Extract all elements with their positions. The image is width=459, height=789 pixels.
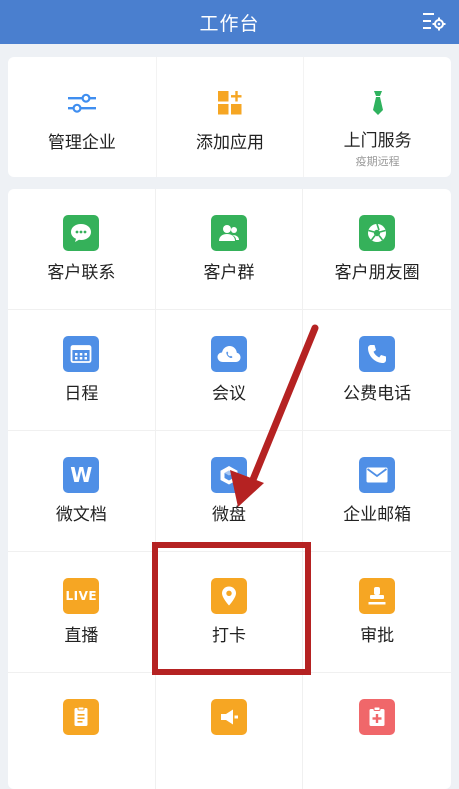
live-badge: LIVE xyxy=(65,589,98,603)
tile-label: 微文档 xyxy=(55,505,107,525)
tile-label: 微盘 xyxy=(211,505,246,525)
customer-group-tile[interactable]: 客户群 xyxy=(155,189,304,310)
announcement-icon xyxy=(210,699,247,735)
medical-tile[interactable] xyxy=(303,673,451,789)
phone-icon xyxy=(359,336,396,372)
customer-moments-tile[interactable]: 客户朋友圈 xyxy=(303,189,451,310)
report-tile[interactable] xyxy=(8,673,156,789)
enterprise-mail-tile[interactable]: 企业邮箱 xyxy=(303,431,451,552)
medical-kit-icon xyxy=(359,699,396,735)
add-app-icon xyxy=(212,85,248,121)
customer-contact-tile[interactable]: 客户联系 xyxy=(8,189,156,310)
report-icon xyxy=(63,699,100,735)
calendar-icon xyxy=(63,336,100,372)
announcement-tile[interactable] xyxy=(156,673,304,789)
onsite-service-tile[interactable]: 上门服务 疫期远程 xyxy=(303,57,451,177)
apps-grid-card: 客户联系 客户群 客户朋友圈 日程 会议 公费电话 W 微文档 微盘 企业邮箱 … xyxy=(8,189,451,789)
stamp-icon xyxy=(359,578,396,614)
tile-label: 直播 xyxy=(64,626,99,646)
live-stream-tile[interactable]: LIVE 直播 xyxy=(8,552,156,673)
micro-doc-tile[interactable]: W 微文档 xyxy=(8,431,156,552)
tile-label: 客户联系 xyxy=(47,263,116,283)
tile-label: 客户朋友圈 xyxy=(334,263,420,283)
tile-label: 公费电话 xyxy=(343,384,412,404)
check-in-tile[interactable]: 打卡 xyxy=(155,552,304,673)
list-settings-icon[interactable] xyxy=(421,9,447,33)
top-bar: 工作台 xyxy=(0,0,459,44)
tile-label: 会议 xyxy=(211,384,246,404)
manage-company-tile[interactable]: 管理企业 xyxy=(8,57,156,177)
approval-tile[interactable]: 审批 xyxy=(303,552,451,673)
tile-label: 审批 xyxy=(360,626,395,646)
add-app-tile[interactable]: 添加应用 xyxy=(155,57,304,177)
w-doc-icon: W xyxy=(63,457,100,493)
chat-icon xyxy=(63,215,100,251)
schedule-tile[interactable]: 日程 xyxy=(8,310,156,431)
w-letter: W xyxy=(70,463,93,487)
tile-label: 日程 xyxy=(64,384,99,404)
sliders-icon xyxy=(64,85,100,121)
tile-label: 添加应用 xyxy=(195,133,264,153)
apps-grid: 客户联系 客户群 客户朋友圈 日程 会议 公费电话 W 微文档 微盘 企业邮箱 … xyxy=(8,189,451,789)
cloud-phone-icon xyxy=(210,336,247,372)
tie-icon xyxy=(360,85,396,121)
tile-label: 管理企业 xyxy=(47,133,116,153)
page-title: 工作台 xyxy=(199,12,260,35)
group-icon xyxy=(210,215,247,251)
quick-actions-card: 管理企业 添加应用 上门服务 疫期远程 xyxy=(8,57,451,177)
tile-sub-label: 疫期远程 xyxy=(355,155,400,168)
tile-label: 打卡 xyxy=(211,626,246,646)
location-pin-icon xyxy=(210,578,247,614)
meeting-tile[interactable]: 会议 xyxy=(155,310,304,431)
tile-label: 上门服务 xyxy=(343,131,412,151)
live-icon: LIVE xyxy=(63,578,100,614)
cube-disk-icon xyxy=(210,457,247,493)
micro-disk-tile[interactable]: 微盘 xyxy=(155,431,304,552)
aperture-icon xyxy=(359,215,396,251)
tile-label: 客户群 xyxy=(203,263,255,283)
public-phone-tile[interactable]: 公费电话 xyxy=(303,310,451,431)
mail-icon xyxy=(359,457,396,493)
tile-label: 企业邮箱 xyxy=(343,505,412,525)
